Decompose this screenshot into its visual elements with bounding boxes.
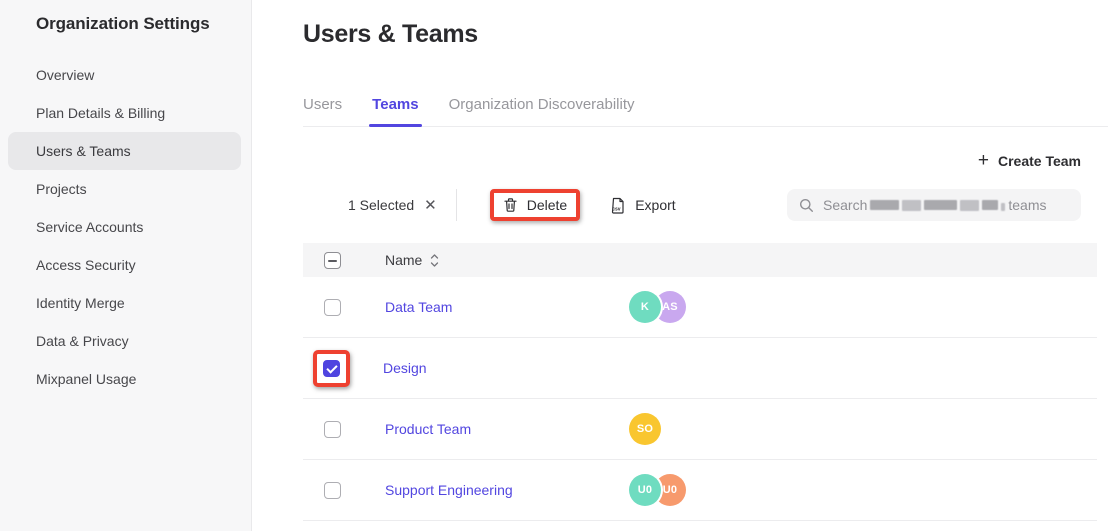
member-avatars: KAS — [629, 291, 686, 323]
create-row: + Create Team — [303, 153, 1108, 169]
tab-organization-discoverability[interactable]: Organization Discoverability — [449, 96, 635, 126]
export-label: Export — [635, 197, 675, 213]
trash-icon — [503, 197, 518, 213]
delete-label: Delete — [527, 197, 567, 213]
sidebar-item-users-teams[interactable]: Users & Teams — [8, 132, 241, 170]
selected-count: 1 Selected — [348, 197, 414, 213]
organization-settings-page: Organization Settings OverviewPlan Detai… — [0, 0, 1108, 531]
member-avatars: U0U0 — [629, 474, 686, 506]
member-avatar: U0 — [629, 474, 661, 506]
table-header-row: Name — [303, 243, 1097, 277]
create-team-button[interactable]: + Create Team — [978, 153, 1081, 169]
sidebar-item-projects[interactable]: Projects — [0, 170, 251, 208]
sidebar-item-identity-merge[interactable]: Identity Merge — [0, 284, 251, 322]
toolbar-divider — [456, 189, 457, 221]
table-row: Support Engineering U0U0 — [303, 460, 1097, 521]
table-row: Data Team KAS — [303, 277, 1097, 338]
search-icon — [799, 198, 814, 213]
tab-users[interactable]: Users — [303, 96, 342, 126]
sidebar-item-overview[interactable]: Overview — [0, 56, 251, 94]
sidebar-item-access-security[interactable]: Access Security — [0, 246, 251, 284]
select-all-checkbox[interactable] — [324, 252, 341, 269]
sidebar-item-mixpanel-usage[interactable]: Mixpanel Usage — [0, 360, 251, 398]
member-avatars: SO — [629, 413, 661, 445]
svg-text:csv: csv — [612, 206, 621, 212]
csv-file-icon: csv — [610, 197, 626, 214]
redacted-org-name — [870, 199, 1005, 211]
member-avatar: K — [629, 291, 661, 323]
tab-bar: Users Teams Organization Discoverability — [303, 96, 1108, 127]
sidebar-item-plan-details-billing[interactable]: Plan Details & Billing — [0, 94, 251, 132]
sidebar-item-data-privacy[interactable]: Data & Privacy — [0, 322, 251, 360]
team-name-link[interactable]: Product Team — [385, 421, 471, 437]
sidebar-nav: OverviewPlan Details & BillingUsers & Te… — [0, 56, 251, 398]
row-checkbox[interactable] — [324, 421, 341, 438]
sidebar-title: Organization Settings — [36, 14, 251, 34]
sort-icon — [430, 254, 439, 267]
name-column-header[interactable]: Name — [385, 252, 439, 268]
sidebar-item-service-accounts[interactable]: Service Accounts — [0, 208, 251, 246]
table-row: Product Team SO — [303, 399, 1097, 460]
team-name-link[interactable]: Support Engineering — [385, 482, 513, 498]
teams-table: Name Data Team KAS Design Product Team S… — [303, 243, 1097, 521]
selection-summary: 1 Selected ✕ — [348, 196, 437, 214]
table-body: Data Team KAS Design Product Team SO Sup… — [303, 277, 1097, 521]
search-placeholder: Searchteams — [823, 197, 1046, 213]
delete-button[interactable]: Delete — [503, 197, 567, 213]
main-content: Users & Teams Users Teams Organization Dis… — [252, 0, 1108, 531]
member-avatar: SO — [629, 413, 661, 445]
bulk-actions-toolbar: 1 Selected ✕ Delete csv — [303, 182, 1108, 228]
team-search-input[interactable]: Searchteams — [787, 189, 1081, 221]
row-checkbox[interactable] — [324, 299, 341, 316]
checkbox-annotation-box — [313, 350, 350, 387]
page-title: Users & Teams — [303, 20, 1108, 49]
row-checkbox[interactable] — [324, 482, 341, 499]
tab-teams[interactable]: Teams — [372, 96, 418, 126]
clear-selection-icon[interactable]: ✕ — [424, 196, 437, 214]
team-name-link[interactable]: Data Team — [385, 299, 452, 315]
table-row: Design — [303, 338, 1097, 399]
sidebar: Organization Settings OverviewPlan Detai… — [0, 0, 252, 531]
delete-annotation-box: Delete — [490, 189, 580, 221]
plus-icon: + — [978, 154, 989, 168]
team-name-link[interactable]: Design — [383, 360, 427, 376]
create-team-label: Create Team — [998, 153, 1081, 169]
row-checkbox[interactable] — [323, 360, 340, 377]
export-button[interactable]: csv Export — [610, 197, 675, 214]
